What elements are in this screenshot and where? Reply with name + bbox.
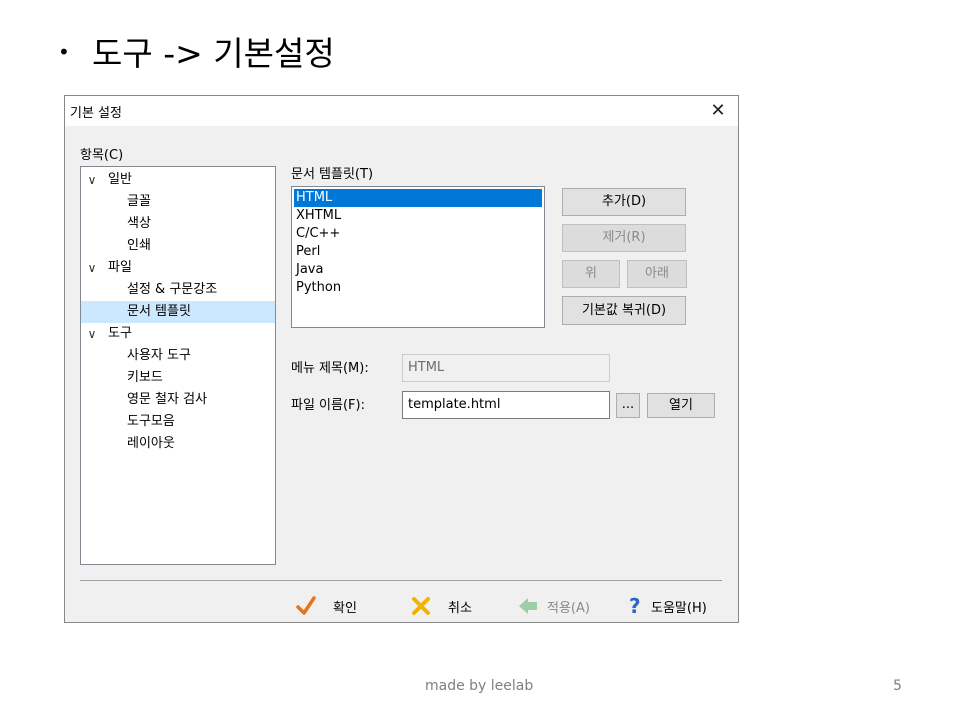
- tree-item-file[interactable]: ∨ 파일: [81, 257, 275, 279]
- category-tree[interactable]: ∨ 일반 글꼴 색상 인쇄 ∨ 파일 설정 & 구문강조 문서 템플릿 ∨ 도구…: [80, 166, 276, 565]
- add-button[interactable]: 추가(D): [562, 188, 686, 216]
- cancel-button[interactable]: 취소: [410, 594, 482, 618]
- menu-title-label: 메뉴 제목(M):: [291, 361, 369, 376]
- tree-item-syntax-settings[interactable]: 설정 & 구문강조: [81, 279, 275, 301]
- tree-item-color[interactable]: 색상: [81, 213, 275, 235]
- tree-item-user-tools[interactable]: 사용자 도구: [81, 345, 275, 367]
- close-icon: ✕: [710, 100, 726, 121]
- tree-item-label: 문서 템플릿: [127, 304, 191, 319]
- template-list[interactable]: HTML XHTML C/C++ Perl Java Python: [291, 186, 545, 328]
- cross-icon: [412, 597, 430, 615]
- cancel-label: 취소: [448, 601, 472, 616]
- list-item[interactable]: Python: [294, 279, 542, 297]
- tree-item-label: 일반: [108, 172, 132, 187]
- tree-item-label: 인쇄: [127, 238, 151, 253]
- tree-item-label: 색상: [127, 216, 151, 231]
- move-down-button[interactable]: 아래: [627, 260, 687, 288]
- arrow-left-icon: [519, 598, 537, 614]
- slide-title: • 도구 -> 기본설정: [58, 30, 335, 76]
- list-item[interactable]: Java: [294, 261, 542, 279]
- browse-button[interactable]: ...: [616, 393, 640, 418]
- tree-item-label: 도구모음: [127, 414, 175, 429]
- tree-item-label: 영문 철자 검사: [127, 392, 208, 407]
- tree-item-keyboard[interactable]: 키보드: [81, 367, 275, 389]
- list-item[interactable]: C/C++: [294, 225, 542, 243]
- page-number: 5: [893, 678, 902, 694]
- list-item[interactable]: Perl: [294, 243, 542, 261]
- title-bar: 기본 설정 ✕: [65, 96, 738, 126]
- tree-item-general[interactable]: ∨ 일반: [81, 169, 275, 191]
- tree-item-label: 도구: [108, 326, 132, 341]
- chevron-down-icon[interactable]: ∨: [85, 257, 99, 279]
- open-button[interactable]: 열기: [647, 393, 715, 418]
- tree-item-font[interactable]: 글꼴: [81, 191, 275, 213]
- help-label: 도움말(H): [651, 601, 707, 616]
- svg-text:?: ?: [629, 595, 641, 617]
- slide-title-text: 도구 -> 기본설정: [92, 34, 335, 73]
- restore-default-button[interactable]: 기본값 복귀(D): [562, 296, 686, 325]
- ok-label: 확인: [333, 601, 357, 616]
- chevron-down-icon[interactable]: ∨: [85, 169, 99, 191]
- tree-item-document-templates[interactable]: 문서 템플릿: [81, 301, 275, 323]
- chevron-down-icon[interactable]: ∨: [85, 323, 99, 345]
- tree-item-label: 파일: [108, 260, 132, 275]
- tree-item-label: 글꼴: [127, 194, 151, 209]
- apply-button[interactable]: 적용(A): [517, 594, 607, 618]
- tree-item-spell-check[interactable]: 영문 철자 검사: [81, 389, 275, 411]
- help-button[interactable]: ? 도움말(H): [627, 594, 727, 618]
- tree-item-label: 설정 & 구문강조: [127, 282, 218, 297]
- menu-title-field[interactable]: HTML: [402, 354, 610, 382]
- ok-button[interactable]: 확인: [295, 594, 367, 618]
- file-name-label: 파일 이름(F):: [291, 398, 365, 413]
- apply-label: 적용(A): [547, 601, 590, 616]
- bullet: •: [58, 40, 70, 64]
- category-label: 항목(C): [80, 148, 124, 163]
- separator: [80, 580, 722, 581]
- list-item[interactable]: XHTML: [294, 207, 542, 225]
- tree-item-label: 레이아웃: [127, 436, 175, 451]
- tree-item-tools[interactable]: ∨ 도구: [81, 323, 275, 345]
- move-up-button[interactable]: 위: [562, 260, 620, 288]
- tree-item-label: 키보드: [127, 370, 163, 385]
- preferences-dialog: 기본 설정 ✕ 항목(C) ∨ 일반 글꼴 색상 인쇄 ∨ 파일 설정 & 구문…: [64, 95, 739, 623]
- question-icon: ?: [629, 595, 641, 617]
- remove-button[interactable]: 제거(R): [562, 224, 686, 252]
- footer-text: made by leelab: [425, 678, 534, 694]
- tree-item-print[interactable]: 인쇄: [81, 235, 275, 257]
- tree-item-layout[interactable]: 레이아웃: [81, 433, 275, 455]
- list-item[interactable]: HTML: [294, 189, 542, 207]
- dialog-title: 기본 설정: [70, 106, 122, 121]
- template-list-label: 문서 템플릿(T): [291, 167, 374, 182]
- file-name-field[interactable]: template.html: [402, 391, 610, 419]
- checkmark-icon: [296, 596, 316, 615]
- tree-item-toolbars[interactable]: 도구모음: [81, 411, 275, 433]
- tree-item-label: 사용자 도구: [127, 348, 191, 363]
- close-button[interactable]: ✕: [705, 98, 731, 124]
